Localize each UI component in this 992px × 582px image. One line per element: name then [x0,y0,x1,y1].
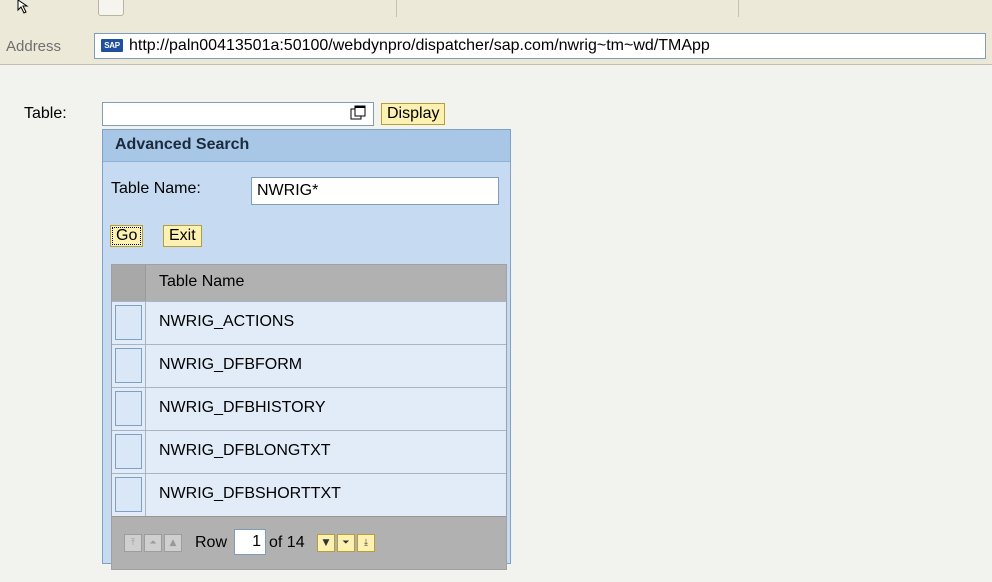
display-button[interactable]: Display [381,103,446,125]
popup-header: Advanced Search [103,130,510,162]
previous-page-icon[interactable]: ⏶ [144,534,162,552]
next-page-icon[interactable]: ⏷ [337,534,355,552]
results-table: Table Name NWRIG_ACTIONS NWRIG_DFBFORM N… [111,264,507,570]
table-cell[interactable]: NWRIG_ACTIONS [159,313,294,331]
first-page-icon[interactable]: ⤒ [124,534,142,552]
address-bar: Address SAP http://paln00413501a:50100/w… [0,30,992,65]
row-selector[interactable] [115,348,142,383]
table-row[interactable]: NWRIG_DFBLONGTXT [112,430,506,473]
row-selector[interactable] [115,305,142,340]
sap-logo-icon: SAP [101,39,123,52]
address-url[interactable]: http://paln00413501a:50100/webdynpro/dis… [129,37,710,55]
popup-title: Advanced Search [115,136,250,153]
page-content: Table: Display Advanced Search Table Nam… [0,65,992,582]
advanced-search-popup: Advanced Search Table Name: NWRIG* Go Ex… [102,129,511,570]
table-row[interactable]: NWRIG_DFBHISTORY [112,387,506,430]
toolbar-separator [396,0,397,17]
table-row[interactable]: NWRIG_ACTIONS [112,301,506,344]
sap-logo-text: SAP [104,41,120,50]
column-header-table-name[interactable]: Table Name [159,273,244,291]
toolbar-button[interactable] [98,0,124,16]
table-row[interactable]: NWRIG_DFBFORM [112,344,506,387]
go-button[interactable]: Go [110,225,144,247]
table-input[interactable] [102,102,374,126]
table-cell[interactable]: NWRIG_DFBSHORTTXT [159,485,341,503]
table-pager: ⤒ ⏶ ▲ Row 1 of 14 ▼ ⏷ ⤓ [112,516,506,569]
table-header-row: Table Name [112,265,506,301]
next-row-icon[interactable]: ▼ [317,534,335,552]
table-name-input[interactable]: NWRIG* [251,177,499,205]
table-name-label: Table Name: [111,180,201,197]
row-selector[interactable] [115,477,142,512]
mouse-cursor-icon [17,0,29,14]
table-row[interactable]: NWRIG_DFBSHORTTXT [112,473,506,516]
table-cell[interactable]: NWRIG_DFBLONGTXT [159,442,331,460]
table-cell[interactable]: NWRIG_DFBFORM [159,356,302,374]
pager-row-label: Row [195,534,228,551]
row-selector[interactable] [115,391,142,426]
table-field-label: Table: [24,105,67,122]
select-all-cell[interactable] [112,265,146,301]
exit-button[interactable]: Exit [163,225,202,247]
row-selector[interactable] [115,434,142,469]
address-label: Address [6,38,62,55]
pager-total-label: of 14 [269,534,305,551]
last-page-icon[interactable]: ⤓ [357,534,375,552]
address-input[interactable]: SAP http://paln00413501a:50100/webdynpro… [94,33,986,59]
previous-row-icon[interactable]: ▲ [164,534,182,552]
browser-toolbar [0,0,992,31]
pager-row-input[interactable]: 1 [234,529,266,555]
table-cell[interactable]: NWRIG_DFBHISTORY [159,399,326,417]
toolbar-separator [738,0,739,17]
value-help-icon[interactable] [350,105,366,121]
